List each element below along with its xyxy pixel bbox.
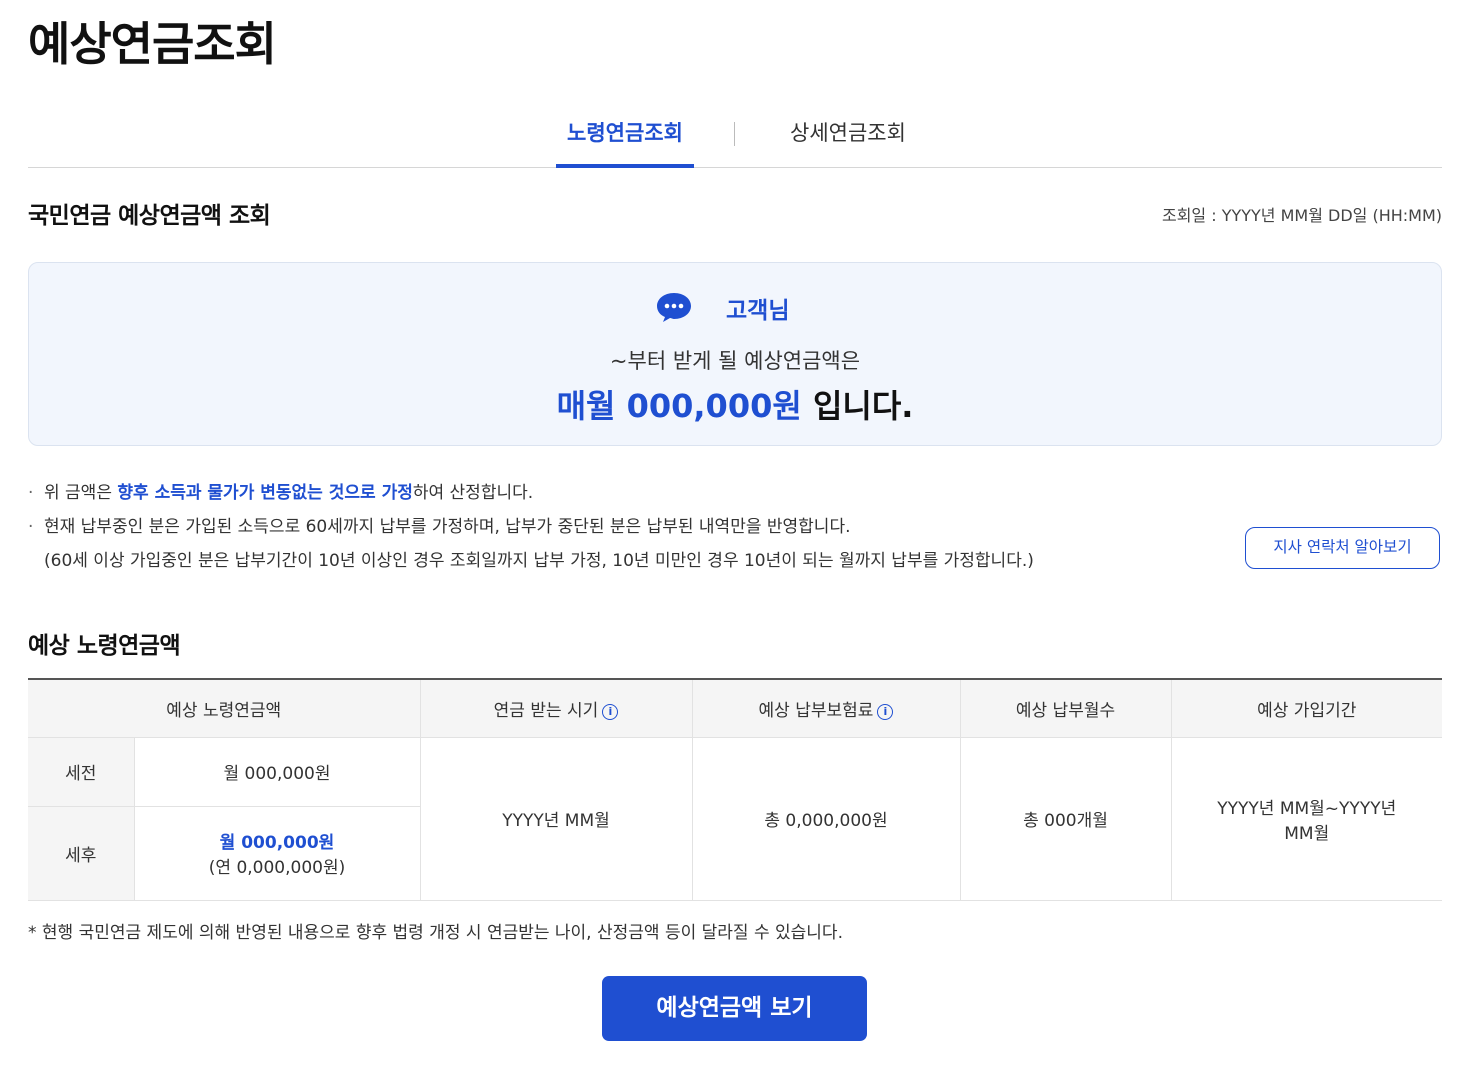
months-total: 총 000개월 [959,736,1172,901]
header-months: 예상 납부월수 [959,678,1172,738]
after-tax-cell: 월 000,000원 (연 0,000,000원) [133,805,420,901]
tab-divider [734,122,735,146]
header-premium: 예상 납부보험료 i [691,678,961,738]
table-section-title: 예상 노령연금액 [28,633,181,659]
footnote: * 현행 국민연금 제도에 의해 반영된 내용으로 향후 법령 개정 시 연금받… [28,923,843,943]
summary-section-title: 국민연금 예상연금액 조회 [28,203,271,229]
summary-line: ~부터 받게 될 예상연금액은 [609,349,861,373]
table-row: 세전 월 000,000원 YYYY년 MM월 총 0,000,000원 총 0… [28,736,1442,901]
note-highlight: 향후 소득과 물가가 변동없는 것으로 가정 [117,483,413,503]
header-expected-pension: 예상 노령연금액 [28,678,421,738]
query-date: 조회일 : YYYY년 MM월 DD일 (HH:MM) [1161,206,1442,225]
branch-contact-button[interactable]: 지사 연락처 알아보기 [1245,527,1440,569]
info-icon[interactable]: i [877,703,894,720]
customer-name: 고객님 [726,298,790,324]
page-title: 예상연금조회 [28,17,277,71]
notes: · 위 금액은 향후 소득과 물가가 변동없는 것으로 가정하여 산정합니다. ·… [28,476,1034,578]
monthly-amount: 매월 000,000원 [556,387,802,425]
note-item: (60세 이상 가입중인 분은 납부기간이 10년 이상인 경우 조회일까지 납… [44,551,1034,571]
tab-detailed-pension[interactable]: 상세연금조회 [768,110,928,168]
header-receive-time: 연금 받는 시기 i [419,678,693,738]
note-item: · 위 금액은 향후 소득과 물가가 변동없는 것으로 가정하여 산정합니다. [28,483,534,503]
pre-tax-amount: 월 000,000원 [133,736,421,807]
note-item: · 현재 납부중인 분은 가입된 소득으로 60세까지 납부를 가정하며, 납부가… [28,517,851,537]
view-pension-button[interactable]: 예상연금액 보기 [602,976,867,1041]
premium-total: 총 0,000,000원 [691,736,961,901]
pre-tax-label: 세전 [28,736,135,807]
table-header-row: 예상 노령연금액 연금 받는 시기 i 예상 납부보험료 i 예상 납부월수 예상 … [28,678,1442,738]
enrollment-period: YYYY년 MM월~YYYY년 MM월 [1170,736,1442,901]
pension-table: 예상 노령연금액 연금 받는 시기 i 예상 납부보험료 i 예상 납부월수 예상 … [28,678,1442,901]
amount-suffix: 입니다. [801,387,914,425]
header-period: 예상 가입기간 [1170,678,1442,738]
start-time: YYYY년 MM월 [419,736,693,901]
tab-old-age-pension[interactable]: 노령연금조회 [556,110,694,168]
chat-bubble-icon [657,293,691,322]
summary-amount: 매월 000,000원 입니다. [29,381,1441,427]
after-tax-amount: 월 000,000원 [219,833,335,853]
tab-bar: 노령연금조회 상세연금조회 [28,110,1442,168]
after-tax-yearly: (연 0,000,000원) [208,858,346,878]
after-tax-label: 세후 [28,805,135,901]
info-icon[interactable]: i [602,703,619,720]
summary-box: 고객님 ~부터 받게 될 예상연금액은 매월 000,000원 입니다. [28,262,1442,446]
